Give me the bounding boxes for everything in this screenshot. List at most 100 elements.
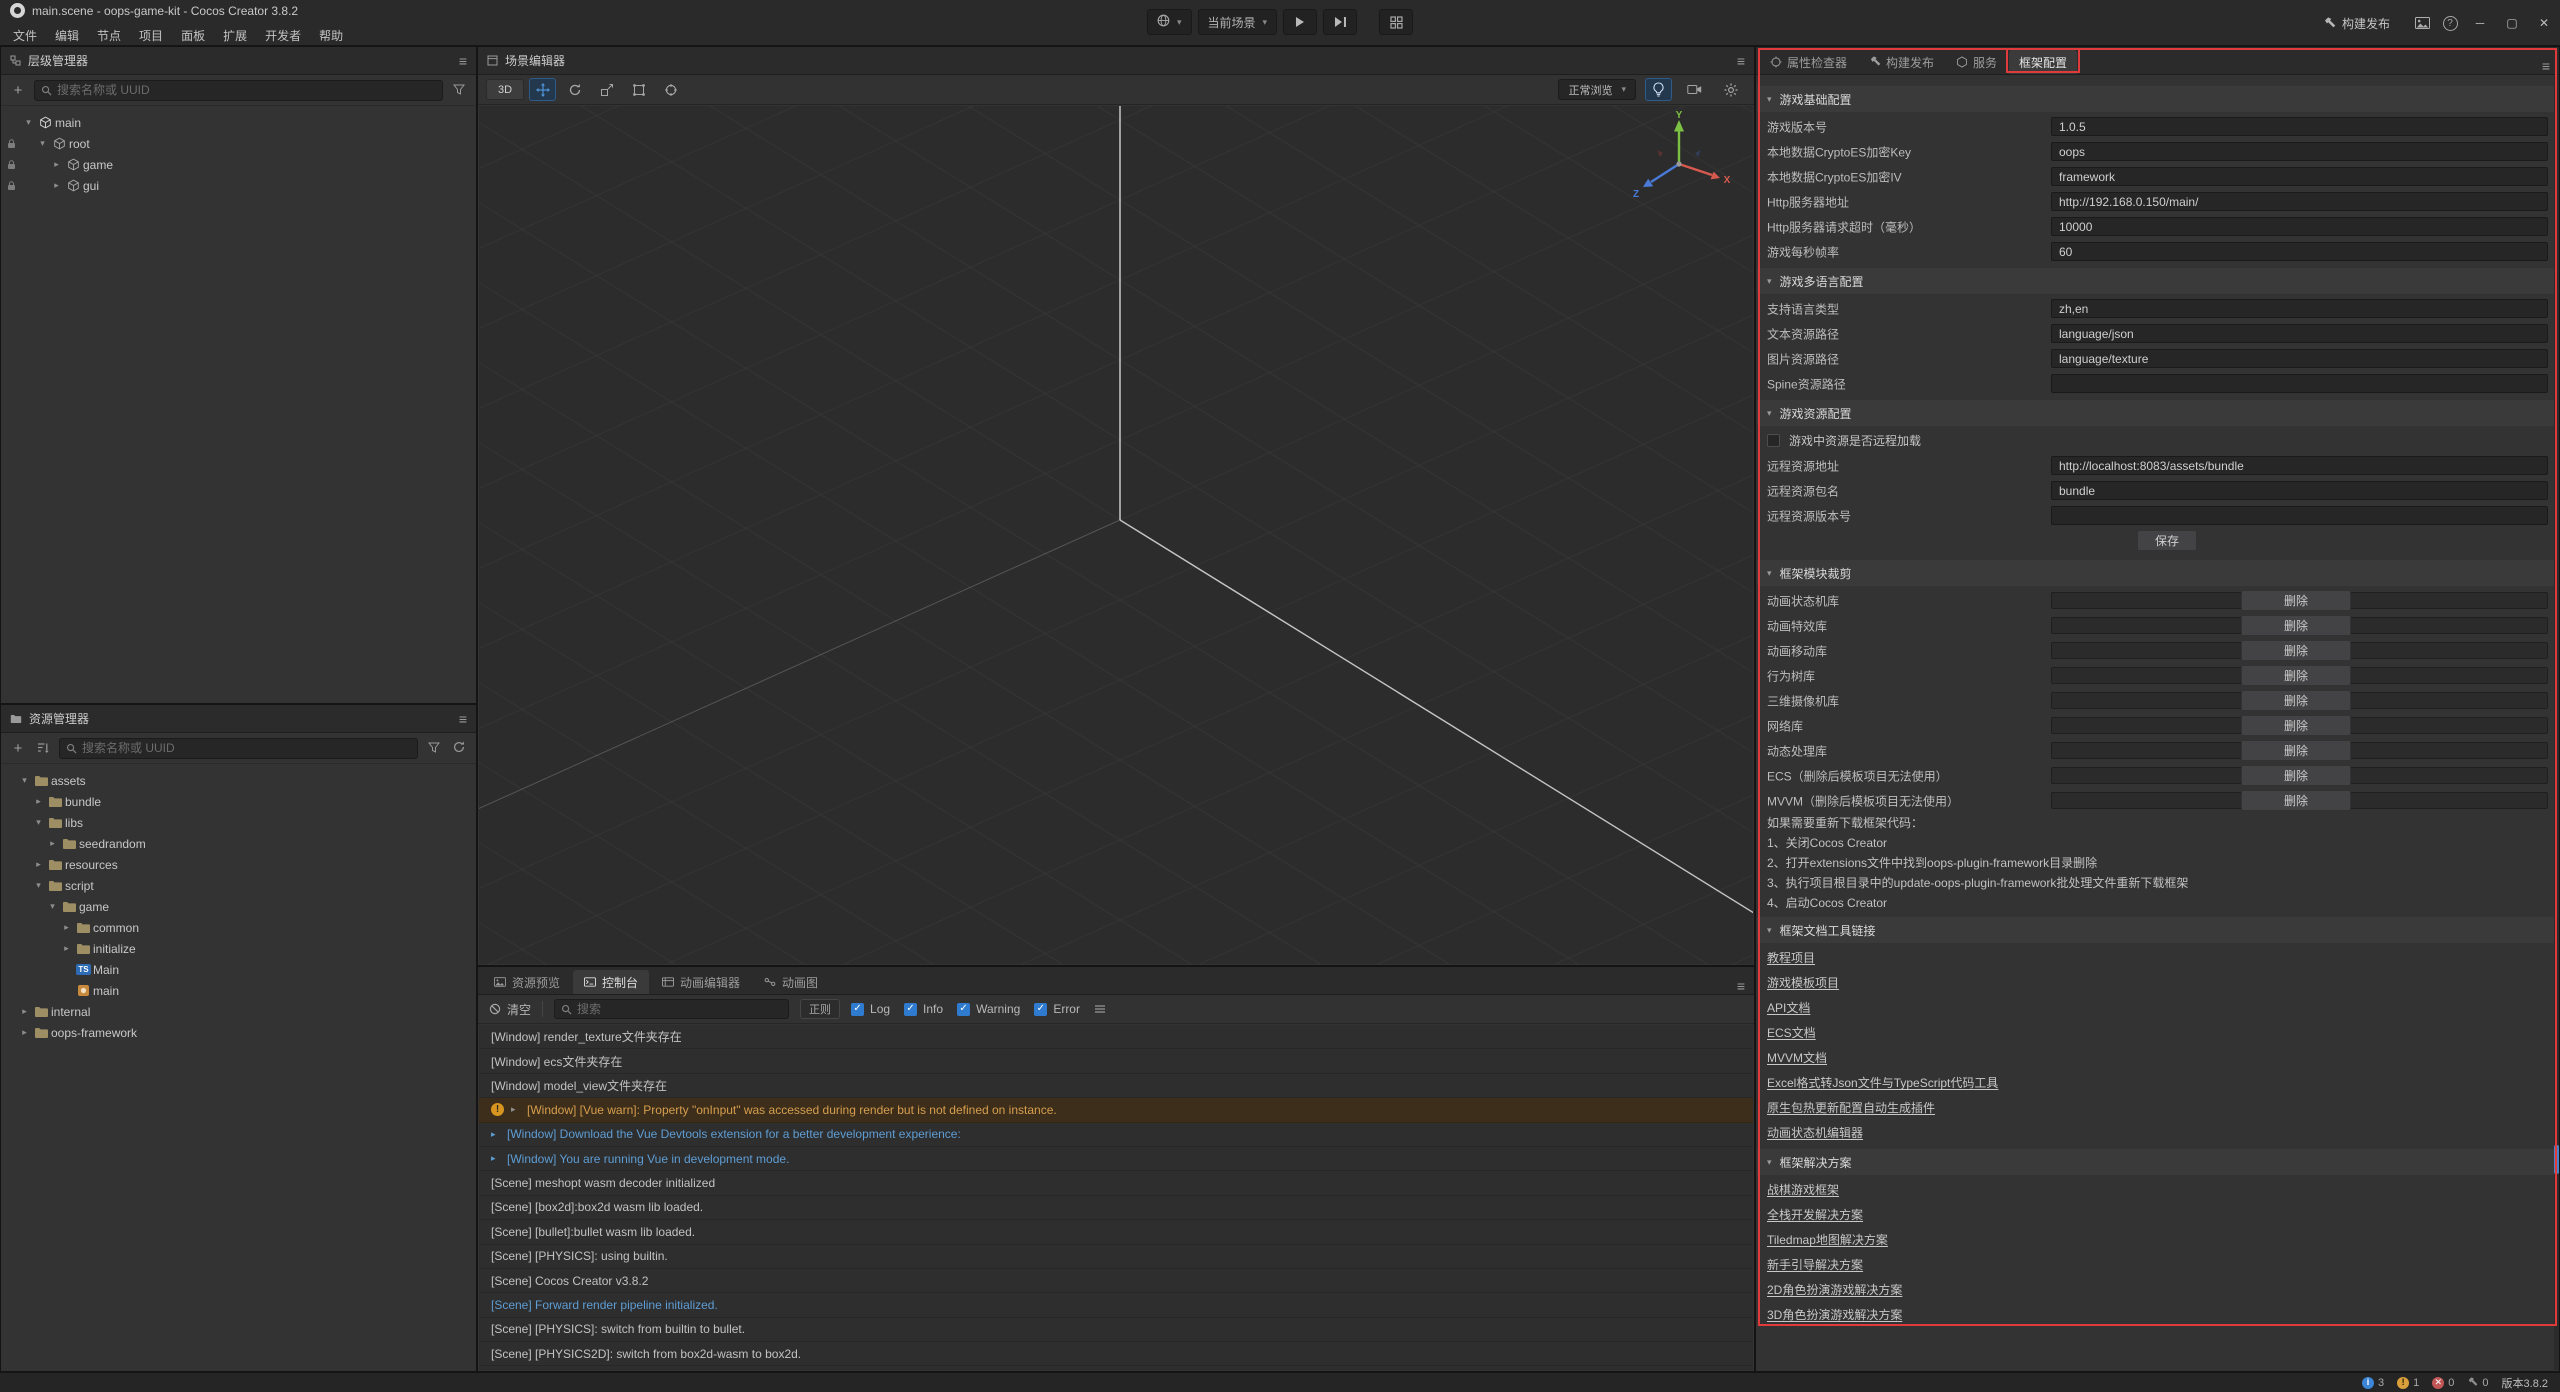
menu-item-项目[interactable]: 项目 xyxy=(130,25,172,46)
tab-服务[interactable]: 服务 xyxy=(1946,50,2007,74)
hierarchy-search-input[interactable] xyxy=(57,83,436,97)
add-asset-button[interactable]: + xyxy=(9,741,27,756)
rect-tool-button[interactable] xyxy=(625,78,652,101)
asset-row[interactable]: ▾libs xyxy=(1,812,476,833)
field-input[interactable]: language/json xyxy=(2051,324,2548,343)
section-header[interactable]: ▾游戏多语言配置 xyxy=(1757,268,2558,294)
assets-filter-button[interactable] xyxy=(425,741,443,756)
asset-row[interactable]: ▸initialize xyxy=(1,938,476,959)
field-input[interactable]: framework xyxy=(2051,167,2548,186)
scene-select[interactable]: 当前场景 ▾ xyxy=(1197,9,1277,35)
doc-link[interactable]: API文档 xyxy=(1757,995,2558,1020)
panel-menu-icon[interactable]: ≡ xyxy=(459,711,467,727)
expand-arrow-icon[interactable]: ▸ xyxy=(511,1104,520,1115)
menu-item-面板[interactable]: 面板 xyxy=(172,25,214,46)
field-input[interactable]: http://localhost:8083/assets/bundle xyxy=(2051,456,2548,475)
section-header[interactable]: ▾框架解决方案 xyxy=(1757,1149,2558,1175)
panel-menu-icon[interactable]: ≡ xyxy=(1737,978,1745,994)
expand-arrow-icon[interactable]: ▸ xyxy=(17,1027,32,1038)
play-button[interactable] xyxy=(1283,9,1317,35)
console-log-row[interactable]: !▸[Window] [Vue warn]: Property "onInput… xyxy=(479,1098,1753,1122)
solution-link[interactable]: 新手引导解决方案 xyxy=(1757,1252,2558,1277)
field-input[interactable] xyxy=(2051,374,2548,393)
tab-属性检查器[interactable]: 属性检查器 xyxy=(1760,50,1857,74)
assets-search-box[interactable] xyxy=(59,738,418,759)
delete-module-button[interactable]: 删除 xyxy=(2241,590,2351,611)
expand-arrow-icon[interactable]: ▸ xyxy=(49,159,64,170)
build-publish-button[interactable]: 构建发布 xyxy=(2323,15,2390,32)
expand-arrow-icon[interactable]: ▸ xyxy=(31,796,46,807)
console-tab-动画图[interactable]: 动画图 xyxy=(753,970,829,994)
close-button[interactable]: ✕ xyxy=(2528,0,2560,46)
console-log-row[interactable]: [Scene] [PHYSICS]: using builtin. xyxy=(479,1245,1753,1269)
console-log-row[interactable]: [Window] ecs文件夹存在 xyxy=(479,1049,1753,1073)
hierarchy-node-row[interactable]: ▸gui xyxy=(1,175,476,196)
expand-arrow-icon[interactable]: ▸ xyxy=(45,838,60,849)
field-input[interactable] xyxy=(2051,506,2548,525)
view-mode-3d-button[interactable]: 3D xyxy=(486,79,524,100)
error-count[interactable]: ✕0 xyxy=(2432,1377,2454,1389)
preview-image-button[interactable] xyxy=(2408,17,2436,29)
doc-link[interactable]: 原生包热更新配置自动生成插件 xyxy=(1757,1095,2558,1120)
collapse-arrow-icon[interactable]: ▾ xyxy=(31,817,46,828)
console-log-row[interactable]: [Scene] Cocos Creator v3.8.2 xyxy=(479,1269,1753,1293)
doc-link[interactable]: 游戏模板项目 xyxy=(1757,970,2558,995)
asset-row[interactable]: ▾script xyxy=(1,875,476,896)
collapse-arrow-icon[interactable]: ▾ xyxy=(31,880,46,891)
asset-row[interactable]: TSMain xyxy=(1,959,476,980)
menu-item-文件[interactable]: 文件 xyxy=(4,25,46,46)
console-log-row[interactable]: [Scene] [bullet]:bullet wasm lib loaded. xyxy=(479,1220,1753,1244)
doc-link[interactable]: 动画状态机编辑器 xyxy=(1757,1120,2558,1145)
filter-warning[interactable]: ✓Warning xyxy=(957,1002,1020,1016)
solution-link[interactable]: 战棋游戏框架 xyxy=(1757,1177,2558,1202)
asset-row[interactable]: ▸internal xyxy=(1,1001,476,1022)
expand-arrow-icon[interactable]: ▸ xyxy=(17,1006,32,1017)
doc-link[interactable]: ECS文档 xyxy=(1757,1020,2558,1045)
expand-arrow-icon[interactable]: ▸ xyxy=(491,1129,500,1140)
collapse-logs-button[interactable] xyxy=(1091,1002,1109,1017)
console-log-row[interactable]: [Scene] [PHYSICS]: switch from builtin t… xyxy=(479,1318,1753,1342)
preview-target-select[interactable]: ▾ xyxy=(1147,9,1192,35)
collapse-arrow-icon[interactable]: ▾ xyxy=(45,901,60,912)
field-input[interactable]: http://192.168.0.150/main/ xyxy=(2051,192,2548,211)
task-count[interactable]: 0 xyxy=(2467,1377,2488,1389)
save-button[interactable]: 保存 xyxy=(2137,530,2197,551)
menu-item-扩展[interactable]: 扩展 xyxy=(214,25,256,46)
info-count[interactable]: i3 xyxy=(2362,1377,2384,1389)
panel-menu-icon[interactable]: ≡ xyxy=(2542,58,2550,74)
field-input[interactable]: bundle xyxy=(2051,481,2548,500)
refresh-assets-button[interactable] xyxy=(450,741,468,756)
asset-row[interactable]: ▸seedrandom xyxy=(1,833,476,854)
rotate-tool-button[interactable] xyxy=(561,78,588,101)
asset-row[interactable]: ▾assets xyxy=(1,770,476,791)
checkbox-unchecked-icon[interactable] xyxy=(1767,434,1780,447)
expand-arrow-icon[interactable]: ▸ xyxy=(31,859,46,870)
doc-link[interactable]: 教程项目 xyxy=(1757,945,2558,970)
collapse-arrow-icon[interactable]: ▾ xyxy=(35,138,50,149)
delete-module-button[interactable]: 删除 xyxy=(2241,690,2351,711)
console-tab-动画编辑器[interactable]: 动画编辑器 xyxy=(651,970,751,994)
hierarchy-filter-button[interactable] xyxy=(450,83,468,98)
axis-gizmo[interactable]: Y X Z xyxy=(1624,109,1734,219)
field-input[interactable]: zh,en xyxy=(2051,299,2548,318)
console-search-input[interactable] xyxy=(577,1002,782,1016)
section-header[interactable]: ▾框架模块裁剪 xyxy=(1757,560,2558,586)
hierarchy-node-row[interactable]: ▾main xyxy=(1,112,476,133)
pivot-tool-button[interactable] xyxy=(657,78,684,101)
console-search-box[interactable] xyxy=(554,999,789,1019)
expand-arrow-icon[interactable]: ▸ xyxy=(59,922,74,933)
solution-link[interactable]: 全栈开发解决方案 xyxy=(1757,1202,2558,1227)
clear-console-button[interactable]: 清空 xyxy=(489,1001,531,1018)
collapse-arrow-icon[interactable]: ▾ xyxy=(17,775,32,786)
asset-row[interactable]: ▸oops-framework xyxy=(1,1022,476,1043)
asset-row[interactable]: ▸bundle xyxy=(1,791,476,812)
tab-框架配置[interactable]: 框架配置 xyxy=(2009,50,2077,74)
panel-menu-icon[interactable]: ≡ xyxy=(1737,53,1745,69)
expand-arrow-icon[interactable]: ▸ xyxy=(59,943,74,954)
asset-row[interactable]: main xyxy=(1,980,476,1001)
solution-link[interactable]: 2D角色扮演游戏解决方案 xyxy=(1757,1277,2558,1302)
asset-row[interactable]: ▸common xyxy=(1,917,476,938)
menu-item-节点[interactable]: 节点 xyxy=(88,25,130,46)
delete-module-button[interactable]: 删除 xyxy=(2241,715,2351,736)
scene-settings-button[interactable] xyxy=(1717,78,1744,101)
